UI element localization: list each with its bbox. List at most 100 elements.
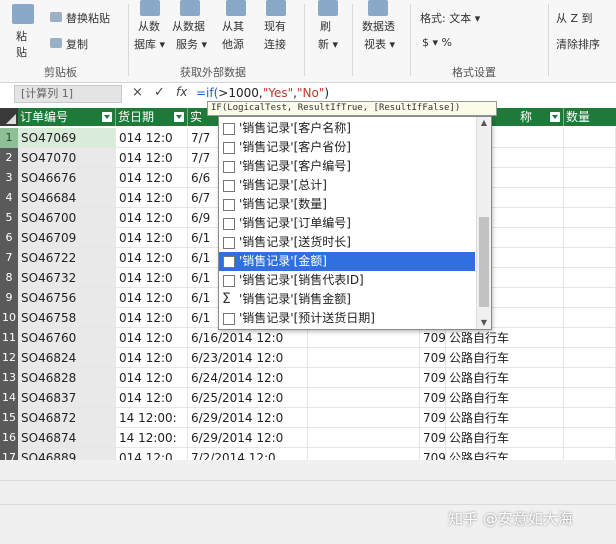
date-cell[interactable]: 014 12:0 <box>116 188 188 208</box>
category-cell[interactable]: 公路自行车 <box>446 408 564 428</box>
order-no-cell[interactable]: SO47070 <box>18 148 116 168</box>
row-number[interactable]: 10 <box>0 308 18 328</box>
date2-cell[interactable]: 6/16/2014 12:0 <box>188 328 308 348</box>
date-cell[interactable]: 014 12:0 <box>116 448 188 460</box>
date-cell[interactable]: 014 12:0 <box>116 368 188 388</box>
select-all-corner[interactable] <box>0 108 18 126</box>
autocomplete-item[interactable]: '销售记录'[总计] <box>219 176 475 195</box>
number-cell[interactable]: 709 <box>420 388 446 408</box>
number-cell[interactable]: 709 <box>420 448 446 460</box>
from-service-line2[interactable]: 服务 ▾ <box>176 36 207 52</box>
order-no-cell[interactable]: SO46756 <box>18 288 116 308</box>
table-row[interactable]: 15 SO46872 14 12:00: 6/29/2014 12:0 709 公路自行车 <box>0 408 616 428</box>
format-dropdown[interactable]: 格式: 文本 ▾ <box>420 10 480 26</box>
category-cell[interactable]: 公路自行车 <box>446 428 564 448</box>
autocomplete-item[interactable]: '销售记录'[销售代表ID] <box>219 271 475 290</box>
date-cell[interactable]: 014 12:0 <box>116 168 188 188</box>
date2-cell[interactable]: 6/29/2014 12:0 <box>188 408 308 428</box>
empty-cell[interactable] <box>308 348 420 368</box>
currency-percent-buttons[interactable]: $ ▾ % <box>422 36 452 49</box>
qty-cell[interactable] <box>564 168 616 188</box>
paste-replace-button[interactable]: 替换粘贴 <box>66 10 110 26</box>
table-row[interactable]: 17 SO46889 014 12:0 7/2/2014 12:0 709 公路自行车 <box>0 448 616 460</box>
qty-cell[interactable] <box>564 208 616 228</box>
paste-button-line1[interactable]: 粘 <box>16 28 27 44</box>
empty-cell[interactable] <box>308 328 420 348</box>
pivot-line1[interactable]: 数据透 <box>362 18 395 34</box>
refresh-line2[interactable]: 新 ▾ <box>318 36 338 52</box>
filter-dropdown-icon[interactable] <box>102 112 112 122</box>
column-header-order-no[interactable]: 订单编号 <box>18 108 116 126</box>
date-cell[interactable]: 014 12:0 <box>116 128 188 148</box>
order-no-cell[interactable]: SO46760 <box>18 328 116 348</box>
name-box[interactable]: [计算列 1] <box>14 85 122 103</box>
date2-cell[interactable]: 6/25/2014 12:0 <box>188 388 308 408</box>
table-row[interactable]: 11 SO46760 014 12:0 6/16/2014 12:0 709 公路自行车 <box>0 328 616 348</box>
category-cell[interactable]: 公路自行车 <box>446 388 564 408</box>
date-cell[interactable]: 014 12:0 <box>116 248 188 268</box>
row-number[interactable]: 7 <box>0 248 18 268</box>
order-no-cell[interactable]: SO46709 <box>18 228 116 248</box>
scroll-down-icon[interactable]: ▼ <box>477 317 491 329</box>
autocomplete-scrollbar[interactable]: ▲ ▼ <box>476 117 491 329</box>
order-no-cell[interactable]: SO46758 <box>18 308 116 328</box>
date-cell[interactable]: 014 12:0 <box>116 208 188 228</box>
scrollbar-thumb[interactable] <box>479 217 489 307</box>
order-no-cell[interactable]: SO46676 <box>18 168 116 188</box>
pivot-line2[interactable]: 视表 ▾ <box>364 36 395 52</box>
filter-dropdown-icon[interactable] <box>550 112 560 122</box>
column-header-qty[interactable]: 数量 <box>564 108 616 126</box>
refresh-line1[interactable]: 刷 <box>320 18 331 34</box>
date2-cell[interactable]: 6/23/2014 12:0 <box>188 348 308 368</box>
row-number[interactable]: 3 <box>0 168 18 188</box>
row-number[interactable]: 11 <box>0 328 18 348</box>
copy-button[interactable]: 复制 <box>66 36 88 52</box>
autocomplete-item[interactable]: '销售记录'[预计送货日期] <box>219 309 475 328</box>
autocomplete-item[interactable]: '销售记录'[客户省份] <box>219 138 475 157</box>
row-number[interactable]: 14 <box>0 388 18 408</box>
order-no-cell[interactable]: SO46684 <box>18 188 116 208</box>
qty-cell[interactable] <box>564 408 616 428</box>
qty-cell[interactable] <box>564 228 616 248</box>
clear-sort-button[interactable]: 清除排序 <box>556 36 600 52</box>
row-number[interactable]: 6 <box>0 228 18 248</box>
qty-cell[interactable] <box>564 268 616 288</box>
existing-line2[interactable]: 连接 <box>264 36 286 52</box>
from-other-line1[interactable]: 从其 <box>222 18 244 34</box>
category-cell[interactable]: 公路自行车 <box>446 448 564 460</box>
date-cell[interactable]: 014 12:0 <box>116 148 188 168</box>
order-no-cell[interactable]: SO46824 <box>18 348 116 368</box>
table-row[interactable]: 16 SO46874 14 12:00: 6/29/2014 12:0 709 公路自行车 <box>0 428 616 448</box>
sort-z-to-button[interactable]: 从 Z 到 <box>556 10 593 26</box>
from-database-line2[interactable]: 据库 ▾ <box>134 36 165 52</box>
autocomplete-item[interactable]: Σ '销售记录'[销售金额] <box>219 290 475 309</box>
autocomplete-item[interactable]: '销售记录'[客户名称] <box>219 119 475 138</box>
number-cell[interactable]: 709 <box>420 328 446 348</box>
number-cell[interactable]: 709 <box>420 428 446 448</box>
autocomplete-item[interactable]: '销售记录'[数量] <box>219 195 475 214</box>
row-number[interactable]: 5 <box>0 208 18 228</box>
empty-cell[interactable] <box>308 428 420 448</box>
row-number[interactable]: 15 <box>0 408 18 428</box>
number-cell[interactable]: 709 <box>420 408 446 428</box>
formula-input[interactable]: =if(>1000,"Yes","No") <box>196 86 329 100</box>
table-row[interactable]: 13 SO46828 014 12:0 6/24/2014 12:0 709 公路自行车 <box>0 368 616 388</box>
qty-cell[interactable] <box>564 128 616 148</box>
row-number[interactable]: 9 <box>0 288 18 308</box>
paste-icon[interactable] <box>12 4 34 24</box>
date-cell[interactable]: 014 12:0 <box>116 308 188 328</box>
cancel-icon[interactable]: × <box>132 85 143 100</box>
qty-cell[interactable] <box>564 388 616 408</box>
autocomplete-list[interactable]: '销售记录'[客户名称] '销售记录'[客户省份] '销售记录'[客户编号] '销售记… <box>218 116 492 330</box>
order-no-cell[interactable]: SO46872 <box>18 408 116 428</box>
order-no-cell[interactable]: SO46889 <box>18 448 116 460</box>
empty-cell[interactable] <box>308 448 420 460</box>
autocomplete-item[interactable]: '销售记录'[订单编号] <box>219 214 475 233</box>
qty-cell[interactable] <box>564 248 616 268</box>
date-cell[interactable]: 014 12:0 <box>116 268 188 288</box>
date-cell[interactable]: 014 12:0 <box>116 228 188 248</box>
date2-cell[interactable]: 7/2/2014 12:0 <box>188 448 308 460</box>
paste-button-line2[interactable]: 贴 <box>16 44 27 60</box>
from-other-line2[interactable]: 他源 <box>222 36 244 52</box>
date-cell[interactable]: 14 12:00: <box>116 408 188 428</box>
